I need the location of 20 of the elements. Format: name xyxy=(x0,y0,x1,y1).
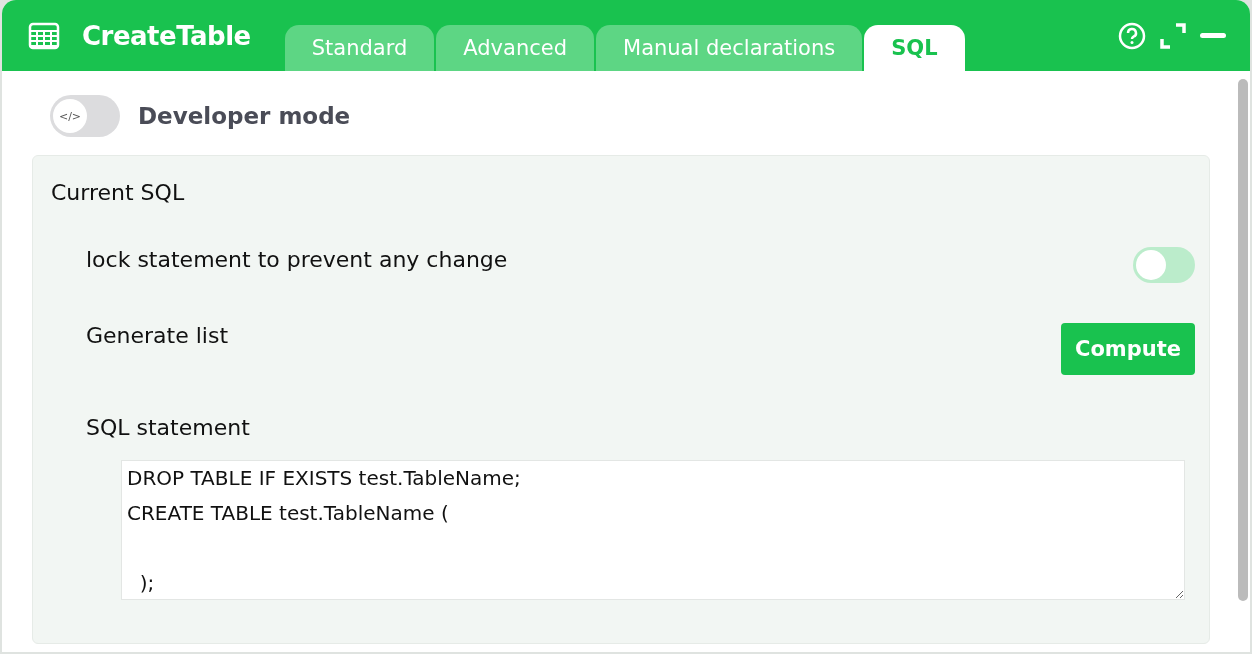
scrollbar[interactable] xyxy=(1238,79,1248,601)
toggle-switch[interactable]: </> xyxy=(50,95,120,137)
tab[interactable]: Manual declarations xyxy=(596,25,863,71)
panel-title: Current SQL xyxy=(51,180,186,205)
compute-button[interactable]: Compute xyxy=(1061,323,1195,375)
help-icon[interactable] xyxy=(1118,21,1146,50)
minimize-icon[interactable] xyxy=(1200,32,1226,39)
sql-field[interactable]: DROP TABLE IF EXISTS test.TableName; CREATE TABLE test.TableName ( ); xyxy=(121,460,1185,600)
expand-icon[interactable] xyxy=(1160,22,1186,49)
generate-label: Generate list xyxy=(86,323,229,348)
table-icon xyxy=(28,21,60,50)
switch-label: Developer mode xyxy=(138,103,351,129)
statement-label: SQL statement xyxy=(86,415,250,440)
tab[interactable]: Advanced xyxy=(436,25,594,71)
window-title: CreateTable xyxy=(82,20,251,51)
toggle-switch[interactable] xyxy=(1133,247,1195,283)
code-icon: </> xyxy=(58,109,82,123)
tab[interactable]: Standard xyxy=(284,25,435,71)
tab[interactable]: SQL xyxy=(864,25,965,71)
lock-label: lock statement to prevent any change xyxy=(86,247,508,272)
